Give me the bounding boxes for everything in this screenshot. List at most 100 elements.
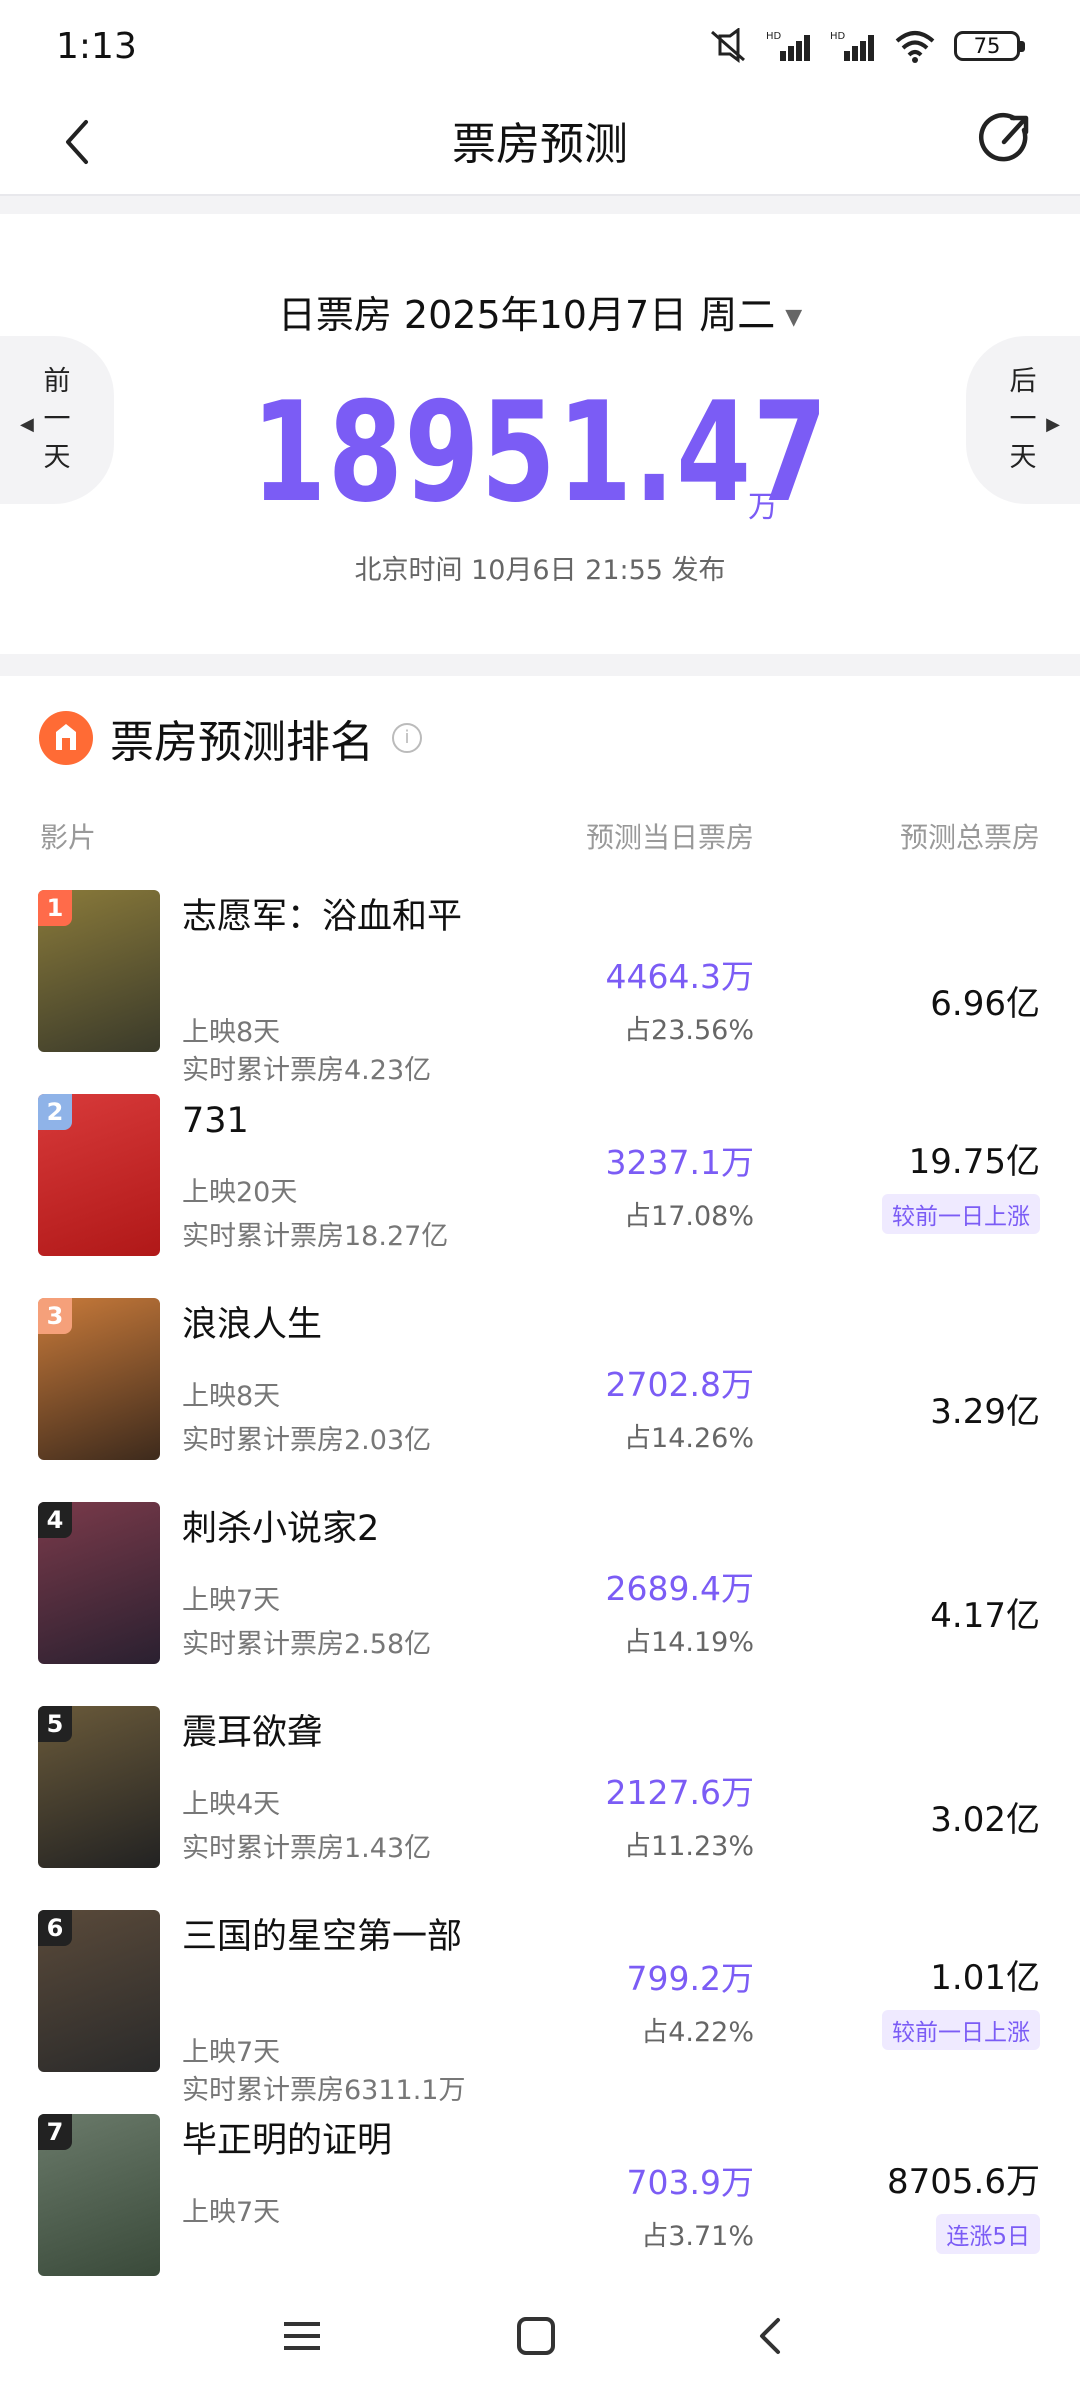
system-nav-bar — [0, 2276, 1080, 2400]
film-title: 731 — [182, 1101, 249, 1141]
film-days: 上映8天 — [182, 1381, 281, 1412]
predicted-share: 占11.23% — [624, 1831, 754, 1862]
prev-char: 前 — [43, 366, 71, 397]
film-days: 上映4天 — [182, 1789, 281, 1820]
film-title: 毕正明的证明 — [182, 2121, 393, 2161]
signal-icon: HD — [766, 31, 810, 61]
film-row[interactable]: 5 震耳欲聋上映4天实时累计票房1.43亿 2127.6万占11.23% 3.02亿 — [0, 1706, 1080, 1910]
menu-icon[interactable] — [282, 2316, 322, 2356]
film-cumulative: 实时累计票房6311.1万 — [182, 2075, 466, 2106]
trend-badge: 连涨5日 — [936, 2214, 1040, 2254]
date-label: 日票房 2025年10月7日 周二 — [277, 293, 776, 337]
next-char: 天 — [1009, 442, 1037, 473]
status-bar: 1:13 HD HD 75 — [0, 0, 1080, 90]
daily-summary: 日票房 2025年10月7日 周二 ▼ 18951.47 万 北京时间 10月6日… — [0, 214, 1080, 654]
predicted-total: 3.29亿 — [930, 1392, 1040, 1432]
film-row[interactable]: 4 刺杀小说家2 上映7天实时累计票房2.58亿 2689.4万占14.19% 4.17… — [0, 1502, 1080, 1706]
prev-day-button[interactable]: ◀ 前 一 天 — [0, 336, 114, 504]
mute-icon — [711, 28, 745, 63]
predicted-total: 4.17亿 — [930, 1596, 1040, 1636]
rank-badge: 5 — [38, 1706, 72, 1742]
col-total: 预测总票房 — [899, 821, 1040, 854]
page-title: 票房预测 — [452, 119, 628, 170]
predicted-share: 占4.22% — [641, 2017, 754, 2048]
film-poster[interactable]: 5 — [38, 1706, 160, 1868]
prev-char: 天 — [43, 442, 71, 473]
film-poster[interactable]: 1 — [38, 890, 160, 1052]
film-cumulative: 实时累计票房1.43亿 — [182, 1833, 432, 1864]
rank-badge: 4 — [38, 1502, 72, 1538]
predicted-total: 19.75亿 — [908, 1142, 1040, 1182]
film-title: 浪浪人生 — [182, 1305, 323, 1345]
caret-left-icon: ◀ — [20, 414, 34, 435]
film-poster[interactable]: 2 — [38, 1094, 160, 1256]
signal-icon-2: HD — [830, 31, 874, 61]
film-days: 上映7天 — [182, 2037, 281, 2068]
film-title: 刺杀小说家2 — [182, 1509, 380, 1549]
predicted-daily: 2689.4万 — [605, 1569, 754, 1608]
predicted-daily: 799.2万 — [626, 1959, 754, 1998]
caret-right-icon: ▶ — [1046, 414, 1060, 435]
predicted-share: 占14.19% — [624, 1627, 754, 1658]
ranking-header: 票房预测排名 i — [38, 706, 422, 770]
share-icon — [978, 112, 1029, 162]
rank-badge: 3 — [38, 1298, 72, 1334]
film-row[interactable]: 2 731 上映20天实时累计票房18.27亿 3237.1万占17.08% 19.75… — [0, 1094, 1080, 1298]
share-button[interactable] — [974, 106, 1040, 172]
publish-time: 北京时间 10月6日 21:55 发布 — [354, 555, 726, 586]
film-cumulative: 实时累计票房2.03亿 — [182, 1425, 432, 1456]
film-row[interactable]: 6 三国的星空第一部 上映7天 实时累计票房6311.1万 799.2万 占4.22% 1.… — [0, 1910, 1080, 2114]
film-poster[interactable]: 4 — [38, 1502, 160, 1664]
total-unit: 万 — [748, 490, 778, 525]
col-daily: 预测当日票房 — [585, 821, 754, 854]
rank-badge: 1 — [38, 890, 72, 926]
rank-badge: 6 — [38, 1910, 72, 1946]
home-icon[interactable] — [516, 2316, 556, 2356]
film-title: 三国的星空第一部 — [182, 1917, 463, 1957]
nav-bar: 票房预测 — [0, 90, 1080, 196]
film-row[interactable]: 3 浪浪人生 上映8天 实时累计票房2.03亿 2702.8万 占14.26% 3.29亿 — [0, 1298, 1080, 1502]
wifi-icon — [895, 31, 935, 63]
film-poster[interactable]: 3 — [38, 1298, 160, 1460]
next-day-button[interactable]: ▶ 后 一 天 — [966, 336, 1080, 504]
film-poster[interactable]: 7 — [38, 2114, 160, 2276]
info-icon[interactable]: i — [392, 723, 422, 753]
predicted-share: 占17.08% — [624, 1201, 754, 1232]
film-days: 上映7天 — [182, 2197, 281, 2228]
trend-badge: 较前一日上涨 — [882, 2010, 1040, 2050]
ranking-title: 票房预测排名 — [110, 717, 374, 768]
predicted-share: 占14.26% — [624, 1423, 754, 1454]
trend-badge: 较前一日上涨 — [882, 1194, 1040, 1234]
net1-label: HD — [766, 31, 782, 42]
predicted-daily: 4464.3万 — [605, 957, 754, 996]
next-char: 一 — [1009, 404, 1037, 435]
status-time: 1:13 — [56, 26, 137, 67]
predicted-total: 6.96亿 — [930, 984, 1040, 1024]
predicted-daily: 3237.1万 — [605, 1143, 754, 1182]
film-cumulative: 实时累计票房4.23亿 — [182, 1055, 432, 1086]
predicted-total: 8705.6万 — [887, 2162, 1040, 2202]
total-amount: 18951.47 — [251, 372, 829, 533]
film-title: 震耳欲聋 — [182, 1713, 323, 1753]
date-selector[interactable]: 日票房 2025年10月7日 周二 ▼ — [0, 284, 1080, 339]
col-film: 影片 — [40, 821, 97, 854]
film-days: 上映7天 — [182, 1585, 281, 1616]
predicted-total: 3.02亿 — [930, 1800, 1040, 1840]
film-days: 上映8天 — [182, 1017, 281, 1048]
total-amount-wrap: 18951.47 — [0, 384, 1080, 522]
net2-label: HD — [830, 31, 846, 42]
ranking-section: 票房预测排名 i 影片 预测当日票房 预测总票房 1 志愿军：浴血和平 上映8天 实时… — [0, 676, 1080, 2276]
battery-icon: 75 — [954, 31, 1025, 61]
status-icons: HD HD 75 — [708, 28, 1025, 64]
film-cumulative: 实时累计票房18.27亿 — [182, 1221, 449, 1252]
rank-badge: 2 — [38, 1094, 72, 1130]
film-title: 志愿军：浴血和平 — [182, 897, 463, 937]
film-row[interactable]: 1 志愿军：浴血和平上映8天实时累计票房4.23亿 4464.3万占23.56% 6.… — [0, 890, 1080, 1094]
predicted-share: 占23.56% — [624, 1015, 754, 1046]
predicted-daily: 703.9万 — [626, 2163, 754, 2202]
film-cumulative: 实时累计票房2.58亿 — [182, 1629, 432, 1660]
predicted-daily: 2127.6万 — [605, 1773, 754, 1812]
film-days: 上映20天 — [182, 1177, 298, 1208]
nav-back-icon[interactable] — [752, 2316, 792, 2356]
film-poster[interactable]: 6 — [38, 1910, 160, 2072]
